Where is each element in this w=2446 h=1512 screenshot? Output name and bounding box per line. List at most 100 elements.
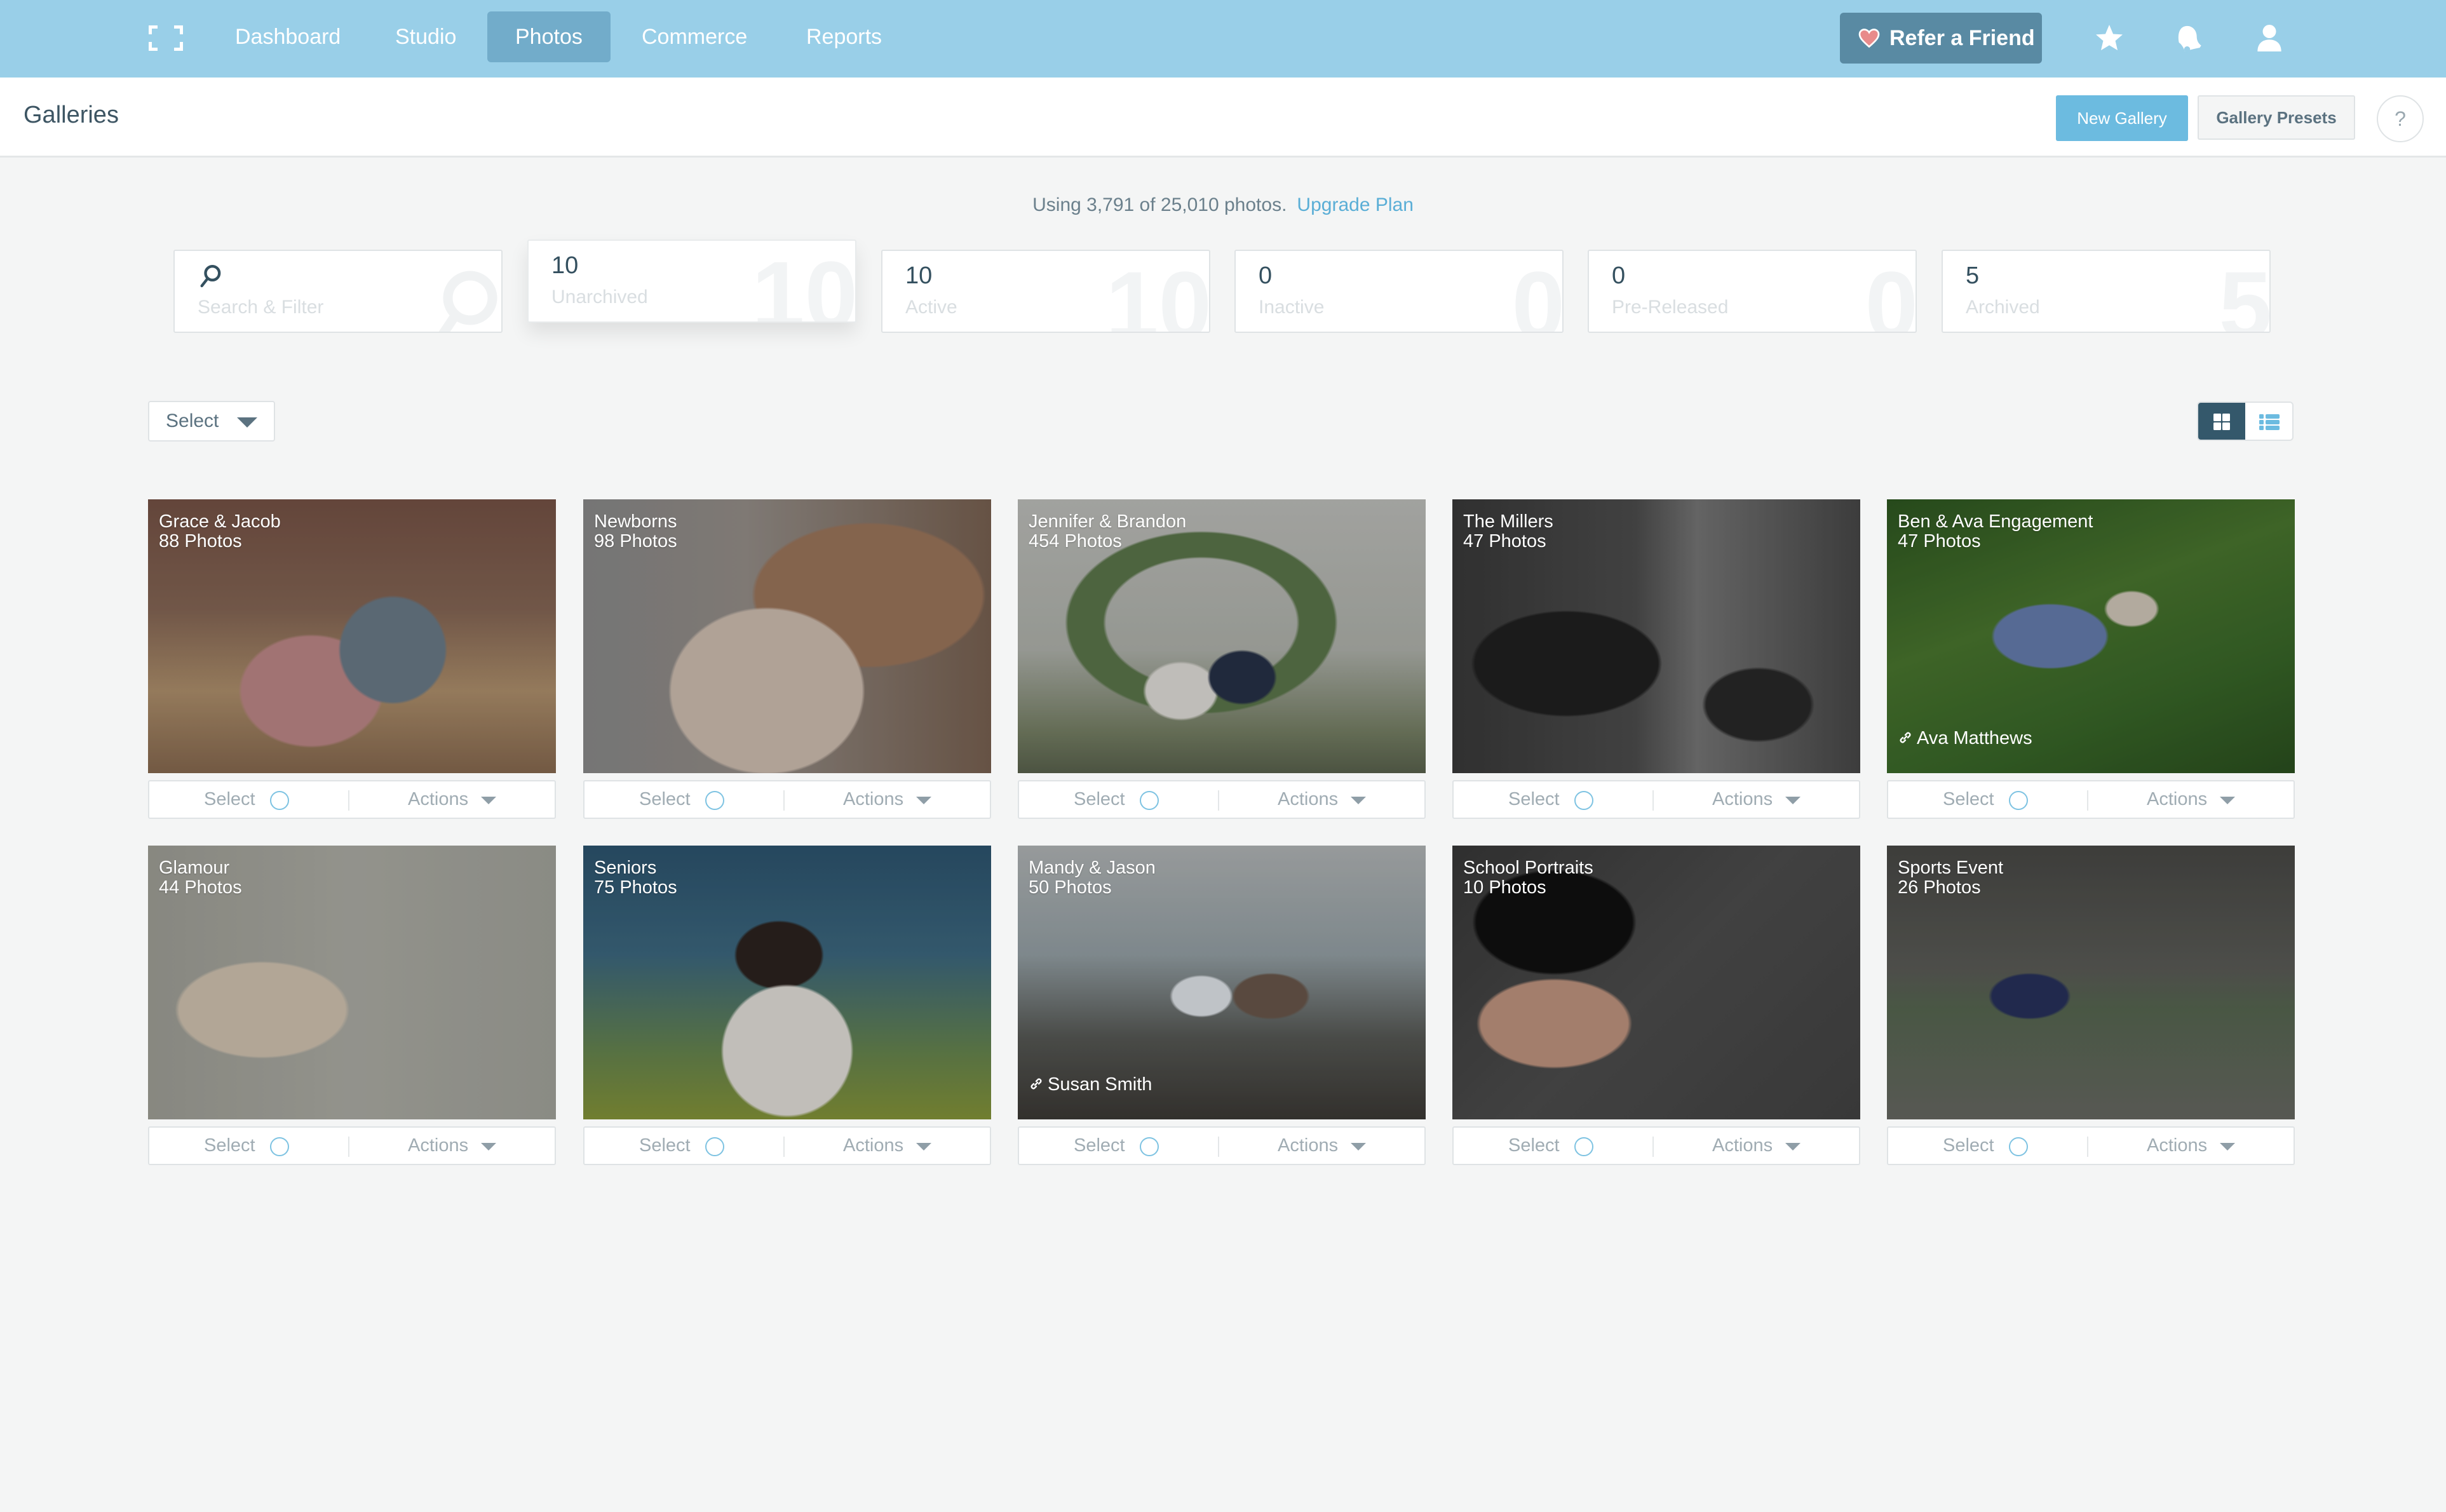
gallery-cover-photo[interactable]: Seniors 75 Photos bbox=[583, 846, 991, 1119]
gallery-cover-photo[interactable]: Grace & Jacob 88 Photos bbox=[148, 499, 556, 773]
gallery-card: Newborns 98 Photos Select Actions bbox=[583, 499, 991, 819]
chevron-down-icon bbox=[916, 797, 931, 804]
gallery-cover-photo[interactable]: Ben & Ava Engagement 47 Photos Ava Matthe… bbox=[1887, 499, 2295, 773]
select-radio[interactable] bbox=[270, 791, 289, 810]
fullscreen-brackets-icon[interactable] bbox=[149, 25, 183, 51]
stat-value: 10 bbox=[905, 262, 933, 289]
select-label[interactable]: Select bbox=[639, 781, 691, 818]
select-label[interactable]: Select bbox=[1508, 1128, 1560, 1164]
select-label[interactable]: Select bbox=[1943, 781, 1994, 818]
gallery-cover-photo[interactable]: School Portraits 10 Photos bbox=[1452, 846, 1860, 1119]
refer-label: Refer a Friend bbox=[1889, 26, 2035, 50]
stat-tile-unarchived[interactable]: 10 10 Unarchived bbox=[527, 240, 856, 323]
link-icon bbox=[1030, 1078, 1042, 1090]
chevron-down-icon bbox=[1351, 1143, 1366, 1151]
search-filter-tile[interactable]: Search & Filter bbox=[173, 250, 503, 333]
search-watermark-icon bbox=[438, 271, 497, 332]
select-label[interactable]: Select bbox=[1074, 1128, 1125, 1164]
select-radio[interactable] bbox=[1140, 1137, 1159, 1156]
stat-tile-archived[interactable]: 5 5 Archived bbox=[1942, 250, 2271, 333]
select-label[interactable]: Select bbox=[1943, 1128, 1994, 1164]
select-label[interactable]: Select bbox=[204, 781, 255, 818]
select-label[interactable]: Select bbox=[204, 1128, 255, 1164]
stat-watermark: 10 bbox=[752, 241, 856, 323]
list-view-button[interactable] bbox=[2245, 403, 2292, 440]
gallery-card: Ben & Ava Engagement 47 Photos Ava Matthe… bbox=[1887, 499, 2295, 819]
actions-dropdown[interactable]: Actions bbox=[843, 781, 903, 818]
select-label[interactable]: Select bbox=[1074, 781, 1125, 818]
user-icon[interactable] bbox=[2252, 20, 2287, 56]
gallery-cover-photo[interactable]: Glamour 44 Photos bbox=[148, 846, 556, 1119]
help-button[interactable]: ? bbox=[2377, 95, 2424, 142]
chevron-down-icon bbox=[1785, 1143, 1801, 1151]
actions-dropdown[interactable]: Actions bbox=[2147, 1128, 2207, 1164]
refer-a-friend-button[interactable]: Refer a Friend bbox=[1840, 13, 2042, 64]
select-radio[interactable] bbox=[1574, 791, 1593, 810]
gallery-cover-photo[interactable]: Jennifer & Brandon 454 Photos bbox=[1018, 499, 1426, 773]
nav-dashboard[interactable]: Dashboard bbox=[207, 11, 368, 62]
select-radio[interactable] bbox=[1574, 1137, 1593, 1156]
select-label[interactable]: Select bbox=[639, 1128, 691, 1164]
stat-label: Inactive bbox=[1259, 297, 1325, 318]
actions-dropdown[interactable]: Actions bbox=[408, 781, 468, 818]
stat-label: Unarchived bbox=[551, 287, 648, 307]
nav-reports[interactable]: Reports bbox=[778, 11, 910, 62]
gallery-cover-photo[interactable]: Mandy & Jason 50 Photos Susan Smith bbox=[1018, 846, 1426, 1119]
nav-commerce[interactable]: Commerce bbox=[614, 11, 775, 62]
search-filter-placeholder: Search & Filter bbox=[198, 297, 324, 318]
gallery-photo-count: 98 Photos bbox=[594, 531, 677, 551]
select-radio[interactable] bbox=[2009, 1137, 2028, 1156]
select-radio[interactable] bbox=[1140, 791, 1159, 810]
nav-photos[interactable]: Photos bbox=[487, 11, 611, 62]
chevron-down-icon bbox=[1785, 797, 1801, 804]
gallery-cover-photo[interactable]: Sports Event 26 Photos bbox=[1887, 846, 2295, 1119]
gallery-client[interactable]: Susan Smith bbox=[1029, 1074, 1152, 1095]
gallery-photo-count: 44 Photos bbox=[159, 877, 242, 898]
actions-dropdown[interactable]: Actions bbox=[843, 1128, 903, 1164]
divider bbox=[348, 790, 349, 811]
chevron-down-icon bbox=[2220, 1143, 2235, 1151]
select-radio[interactable] bbox=[2009, 791, 2028, 810]
gallery-cover-photo[interactable]: The Millers 47 Photos bbox=[1452, 499, 1860, 773]
star-icon[interactable] bbox=[2091, 20, 2127, 56]
stat-tile-pre-released[interactable]: 0 0 Pre-Released bbox=[1588, 250, 1917, 333]
select-label[interactable]: Select bbox=[1508, 781, 1560, 818]
stat-watermark: 10 bbox=[1105, 252, 1210, 333]
actions-dropdown[interactable]: Actions bbox=[1712, 1128, 1773, 1164]
gallery-card: Grace & Jacob 88 Photos Select Actions bbox=[148, 499, 556, 819]
gallery-photo-count: 75 Photos bbox=[594, 877, 677, 898]
actions-dropdown[interactable]: Actions bbox=[408, 1128, 468, 1164]
actions-dropdown[interactable]: Actions bbox=[2147, 781, 2207, 818]
stat-watermark: 0 bbox=[1865, 252, 1917, 333]
gallery-cover-photo[interactable]: Newborns 98 Photos bbox=[583, 499, 991, 773]
actions-dropdown[interactable]: Actions bbox=[1278, 781, 1338, 818]
gallery-presets-button[interactable]: Gallery Presets bbox=[2198, 95, 2355, 140]
page-header: Galleries New Gallery Gallery Presets ? bbox=[0, 78, 2446, 158]
chevron-down-icon bbox=[2220, 797, 2235, 804]
gallery-client[interactable]: Ava Matthews bbox=[1898, 728, 2032, 749]
stat-value: 0 bbox=[1259, 262, 1273, 289]
divider bbox=[783, 790, 785, 811]
gallery-name: Sports Event bbox=[1898, 858, 2004, 878]
page-title: Galleries bbox=[24, 102, 119, 128]
upgrade-plan-link[interactable]: Upgrade Plan bbox=[1297, 194, 1413, 215]
gallery-card-footer: Select Actions bbox=[1452, 1126, 1860, 1165]
stat-tile-inactive[interactable]: 0 0 Inactive bbox=[1234, 250, 1564, 333]
gallery-card-footer: Select Actions bbox=[148, 1126, 556, 1165]
actions-dropdown[interactable]: Actions bbox=[1278, 1128, 1338, 1164]
bulk-select-dropdown[interactable]: Select bbox=[148, 401, 275, 442]
stat-tile-active[interactable]: 10 10 Active bbox=[881, 250, 1210, 333]
new-gallery-button[interactable]: New Gallery bbox=[2056, 95, 2188, 141]
nav-studio[interactable]: Studio bbox=[367, 11, 484, 62]
search-icon bbox=[200, 265, 221, 288]
grid-view-button[interactable] bbox=[2198, 403, 2245, 440]
select-radio[interactable] bbox=[705, 1137, 724, 1156]
actions-dropdown[interactable]: Actions bbox=[1712, 781, 1773, 818]
chevron-down-icon bbox=[1351, 797, 1366, 804]
bell-icon[interactable] bbox=[2172, 20, 2207, 56]
select-radio[interactable] bbox=[705, 791, 724, 810]
divider bbox=[2087, 1137, 2088, 1157]
gallery-card-footer: Select Actions bbox=[148, 780, 556, 819]
stat-value: 0 bbox=[1612, 262, 1626, 289]
select-radio[interactable] bbox=[270, 1137, 289, 1156]
